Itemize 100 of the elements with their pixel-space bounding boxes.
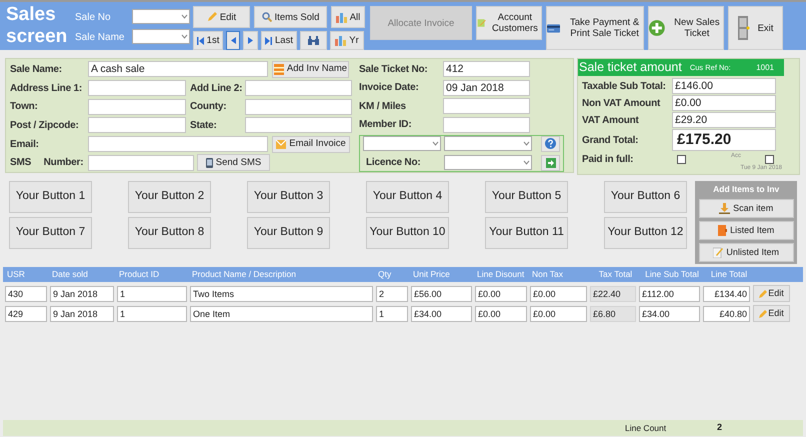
- table-cell[interactable]: £0.00: [475, 306, 527, 322]
- custom-button[interactable]: Your Button 2: [128, 181, 211, 213]
- text-field[interactable]: [88, 98, 186, 115]
- card-file-icon: [274, 64, 284, 75]
- field-label: Paid in full:: [582, 152, 634, 166]
- field-label: Line Count: [625, 422, 668, 434]
- custom-button[interactable]: Your Button 6: [604, 181, 687, 213]
- text-field[interactable]: [245, 98, 352, 115]
- custom-button[interactable]: Your Button 4: [366, 181, 449, 213]
- table-cell[interactable]: £0.00: [475, 286, 527, 302]
- toolbar-button[interactable]: Yr: [330, 31, 364, 50]
- text-field[interactable]: [443, 116, 530, 133]
- toolbar-button[interactable]: 1st: [193, 31, 223, 50]
- text-field[interactable]: [245, 80, 352, 96]
- panel-title: Add Items to Inv: [713, 183, 780, 196]
- custom-button[interactable]: Your Button 11: [485, 216, 568, 248]
- help-button[interactable]: [541, 136, 560, 152]
- custom-button[interactable]: Your Button 3: [247, 181, 330, 213]
- pencil-icon: [759, 310, 768, 318]
- form-button[interactable]: Send SMS: [197, 154, 270, 172]
- toolbar-button[interactable]: Edit: [193, 6, 250, 28]
- document-icon: [718, 224, 728, 236]
- phone-icon: [206, 158, 213, 168]
- checkbox[interactable]: [677, 154, 686, 164]
- table-cell[interactable]: £34.00: [411, 306, 472, 322]
- notepad-icon: [477, 16, 486, 30]
- add-item-button[interactable]: Listed Item: [698, 220, 794, 240]
- table-cell[interactable]: 1: [376, 306, 408, 322]
- search-icon: [262, 12, 272, 22]
- right-arrow-icon: [248, 37, 253, 44]
- custom-button[interactable]: Your Button 12: [604, 216, 687, 248]
- text-field[interactable]: A cash sale: [88, 61, 268, 78]
- toolbar-button[interactable]: New Sales Ticket: [648, 6, 724, 50]
- field-label: Member ID:: [359, 118, 412, 132]
- toolbar-button[interactable]: Take Payment & Print Sale Ticket: [546, 6, 644, 50]
- next-button[interactable]: [243, 31, 258, 50]
- edit-button[interactable]: Edit: [753, 285, 790, 302]
- table-cell[interactable]: 2: [376, 286, 408, 302]
- table-cell[interactable]: £0.00: [530, 306, 587, 322]
- column-header: Product Name / Description: [191, 268, 297, 281]
- table-cell[interactable]: 1: [117, 306, 187, 322]
- custom-button[interactable]: Your Button 1: [9, 181, 92, 213]
- form-button[interactable]: Add Inv Name: [272, 60, 349, 78]
- dropdown-field[interactable]: [444, 155, 532, 170]
- add-item-button[interactable]: Unlisted Item: [698, 242, 794, 262]
- table-cell[interactable]: £34.00: [639, 306, 700, 322]
- custom-button[interactable]: Your Button 8: [128, 216, 211, 248]
- go-button[interactable]: [541, 154, 560, 171]
- dropdown-field[interactable]: [132, 9, 190, 24]
- checkbox[interactable]: [765, 154, 774, 164]
- form-button[interactable]: Email Invoice: [272, 136, 350, 153]
- table-cell[interactable]: £134.40: [703, 286, 750, 302]
- toolbar-button[interactable]: Exit: [728, 6, 783, 50]
- arrow-icon: [546, 158, 556, 168]
- text-field[interactable]: £29.20: [672, 112, 776, 128]
- add-item-button[interactable]: Scan item: [698, 198, 794, 218]
- table-cell[interactable]: 9 Jan 2018: [50, 306, 114, 322]
- text-field[interactable]: £175.20: [672, 129, 776, 151]
- toolbar-button[interactable]: Last: [261, 31, 297, 50]
- column-header: Tax Total: [598, 268, 634, 281]
- table-cell[interactable]: 430: [5, 286, 47, 302]
- text-field[interactable]: 09 Jan 2018: [443, 80, 530, 96]
- text-field[interactable]: [443, 98, 530, 114]
- text-field[interactable]: [88, 154, 194, 171]
- binoculars-icon: [308, 36, 319, 45]
- previous-button[interactable]: [226, 31, 240, 50]
- find-button[interactable]: [300, 31, 327, 50]
- text-field[interactable]: [88, 80, 186, 96]
- custom-button[interactable]: Your Button 10: [366, 216, 449, 248]
- table-cell[interactable]: £40.80: [703, 306, 750, 322]
- custom-button[interactable]: Your Button 9: [247, 216, 330, 248]
- table-cell[interactable]: £112.00: [639, 286, 700, 302]
- table-cell[interactable]: £0.00: [530, 286, 587, 302]
- dropdown-field[interactable]: [363, 136, 441, 152]
- text-field[interactable]: £0.00: [672, 95, 776, 111]
- custom-button[interactable]: Your Button 7: [9, 216, 92, 248]
- toolbar-button[interactable]: Account Customers: [476, 6, 542, 40]
- dropdown-field[interactable]: [132, 29, 190, 44]
- text-field[interactable]: [88, 136, 268, 152]
- text-field[interactable]: 412: [443, 61, 530, 78]
- table-cell[interactable]: 9 Jan 2018: [50, 286, 114, 302]
- text-field[interactable]: £146.00: [672, 78, 776, 94]
- field-label: Taxable Sub Total:: [582, 80, 667, 94]
- notepad-icon: [713, 246, 724, 258]
- edit-button[interactable]: Edit: [753, 305, 790, 322]
- custom-button[interactable]: Your Button 5: [485, 181, 568, 213]
- table-cell[interactable]: £56.00: [411, 286, 472, 302]
- table-cell[interactable]: 1: [117, 286, 187, 302]
- text-field[interactable]: [88, 117, 186, 134]
- table-cell[interactable]: 429: [5, 306, 47, 322]
- field-label: State:: [190, 118, 218, 133]
- field-label: Email:: [10, 138, 40, 152]
- text-field[interactable]: [245, 117, 352, 134]
- toolbar-button[interactable]: All: [331, 6, 365, 28]
- dropdown-field[interactable]: [444, 136, 532, 152]
- help-icon: [545, 138, 556, 150]
- table-cell[interactable]: Two Items: [190, 286, 373, 302]
- toolbar-button[interactable]: Items Sold: [254, 6, 327, 28]
- table-cell[interactable]: One Item: [190, 306, 373, 322]
- field-label: Add Line 2:: [190, 82, 244, 96]
